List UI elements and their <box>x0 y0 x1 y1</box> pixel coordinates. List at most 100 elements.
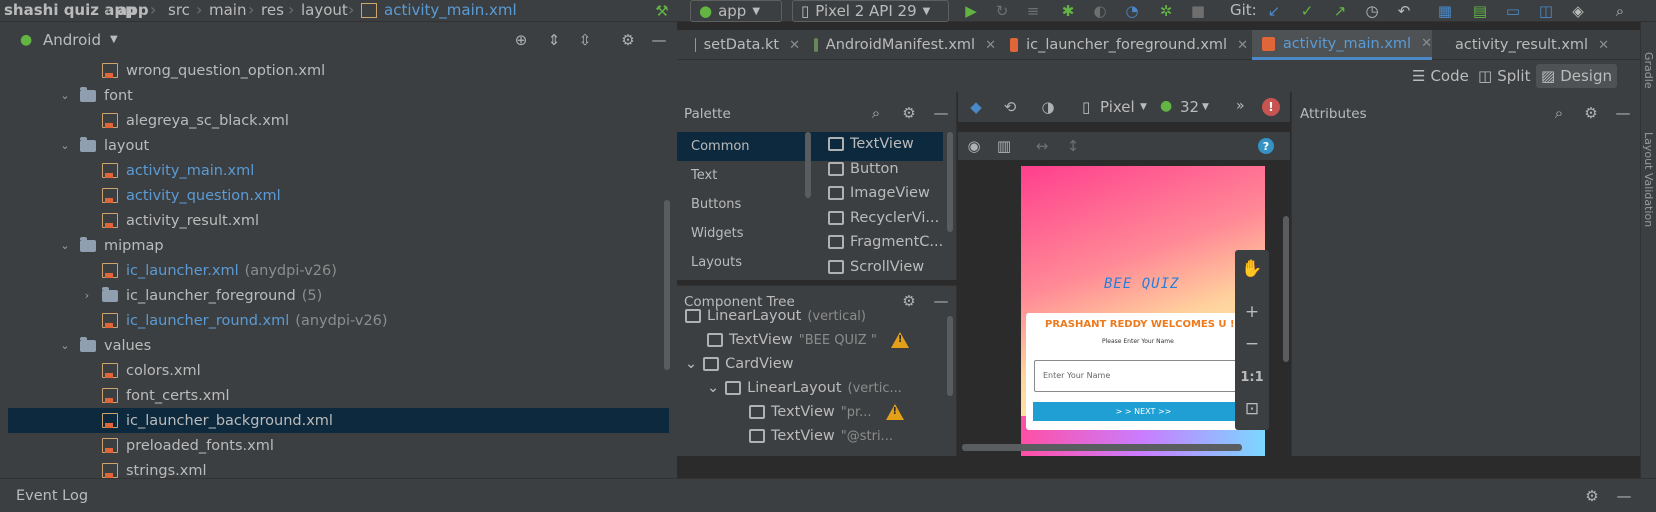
palette-category[interactable]: Common <box>691 139 750 154</box>
coverage-icon[interactable]: ◐ <box>1090 1 1110 21</box>
tree-file[interactable]: ic_launcher_background.xml <box>8 408 669 433</box>
debug-icon[interactable]: ✱ <box>1058 1 1078 21</box>
gear-icon[interactable]: ⚙ <box>899 291 919 311</box>
tree-folder[interactable]: ⌄ font <box>8 83 669 108</box>
search-icon[interactable]: ⌕ <box>866 103 886 123</box>
gear-icon[interactable]: ⚙ <box>899 103 919 123</box>
api-level-dropdown[interactable]: 32 <box>1180 98 1199 116</box>
chevron-down-icon[interactable]: ⌄ <box>58 89 72 102</box>
palette-item[interactable]: FragmentC... <box>828 234 943 250</box>
chevron-right-icon[interactable]: › <box>80 289 94 302</box>
close-icon[interactable]: ✕ <box>1421 36 1432 51</box>
close-icon[interactable]: ✕ <box>985 38 996 53</box>
code-mode-button[interactable]: ☰ Code <box>1407 64 1474 88</box>
close-icon[interactable]: ✕ <box>1237 38 1248 53</box>
component-tree-node[interactable]: LinearLayout (vertical) <box>685 308 866 324</box>
search-icon[interactable]: ⌕ <box>1549 103 1569 123</box>
breadcrumb-main[interactable]: main <box>209 1 246 19</box>
warning-icon[interactable] <box>885 404 904 420</box>
design-mode-button[interactable]: ▨ Design <box>1536 64 1617 88</box>
profile-icon[interactable]: ◔ <box>1122 1 1142 21</box>
sync-gradle-icon[interactable]: ▤ <box>1470 1 1490 21</box>
stop-icon[interactable]: ■ <box>1188 1 1208 21</box>
eye-icon[interactable]: ◉ <box>964 136 984 156</box>
palette-item[interactable]: RecyclerVi... <box>828 210 939 226</box>
project-structure-icon[interactable]: ▦ <box>1435 1 1455 21</box>
palette-item[interactable]: TextView <box>828 136 914 152</box>
editor-tab[interactable]: AndroidManifest.xml ✕ <box>804 30 996 60</box>
zoom-in-icon[interactable]: + <box>1235 297 1269 327</box>
tree-file[interactable]: activity_main.xml <box>8 158 669 183</box>
palette-category[interactable]: Text <box>691 168 717 183</box>
orientation-icon[interactable]: ⟲ <box>1000 97 1020 117</box>
tree-folder[interactable]: ⌄ layout <box>8 133 669 158</box>
zoom-actual-size-button[interactable]: 1:1 <box>1235 362 1269 392</box>
rollback-icon[interactable]: ↶ <box>1394 1 1414 21</box>
tree-file[interactable]: ic_launcher.xml (anydpi-v26) <box>8 258 669 283</box>
close-icon[interactable]: ✕ <box>789 38 800 53</box>
gradle-tool-button[interactable]: Gradle <box>1642 52 1655 89</box>
palette-category[interactable]: Layouts <box>691 255 742 270</box>
tree-file[interactable]: activity_result.xml <box>8 208 669 233</box>
blueprint-icon[interactable]: ▥ <box>994 136 1014 156</box>
tree-file[interactable]: alegreya_sc_black.xml <box>8 108 669 133</box>
minimize-icon[interactable]: — <box>1614 486 1634 506</box>
error-icon[interactable]: ! <box>1262 98 1280 116</box>
scrollbar[interactable] <box>947 316 953 396</box>
gear-icon[interactable]: ⚙ <box>1581 103 1601 123</box>
horizontal-resize-icon[interactable]: ↔ <box>1032 136 1052 156</box>
scrollbar[interactable] <box>1283 216 1289 362</box>
project-view-selector[interactable]: Android <box>43 31 101 49</box>
breadcrumb-src[interactable]: src <box>168 1 190 19</box>
tree-file[interactable]: ic_launcher_round.xml (anydpi-v26) <box>8 308 669 333</box>
help-icon[interactable]: ? <box>1258 138 1274 154</box>
component-tree-node[interactable]: TextView "@stri... <box>749 428 893 444</box>
tree-folder[interactable]: › ic_launcher_foreground (5) <box>8 283 669 308</box>
breadcrumb-res[interactable]: res <box>261 1 284 19</box>
device-dropdown[interactable]: ▯ Pixel 2 API 29 ▼ <box>792 0 949 22</box>
sdk-manager-icon[interactable]: ◫ <box>1536 1 1556 21</box>
event-log-title[interactable]: Event Log <box>16 488 88 504</box>
chevron-down-icon[interactable]: ▼ <box>110 34 118 45</box>
minimize-icon[interactable]: — <box>931 103 951 123</box>
warning-icon[interactable] <box>890 332 909 348</box>
breadcrumb-file[interactable]: activity_main.xml <box>384 1 517 19</box>
palette-item[interactable]: Button <box>828 161 899 177</box>
editor-tab[interactable]: ic_launcher_foreground.xml ✕ <box>1000 30 1248 60</box>
hammer-build-icon[interactable]: ⚒ <box>652 1 672 21</box>
tree-file[interactable]: colors.xml <box>8 358 669 383</box>
close-icon[interactable]: ✕ <box>1598 38 1609 53</box>
attach-debugger-icon[interactable]: ✲ <box>1156 1 1176 21</box>
apply-code-changes-icon[interactable]: ≡ <box>1023 1 1043 21</box>
vertical-resize-icon[interactable]: ↕ <box>1063 136 1083 156</box>
chevron-down-icon[interactable]: ⌄ <box>707 380 719 396</box>
breadcrumb-module[interactable]: app <box>117 1 149 19</box>
scrollbar[interactable] <box>962 444 1242 451</box>
git-update-icon[interactable]: ↙ <box>1264 1 1284 21</box>
scrollbar[interactable] <box>664 200 670 370</box>
palette-category[interactable]: Buttons <box>691 197 741 212</box>
chevron-down-icon[interactable]: ⌄ <box>58 339 72 352</box>
pan-hand-icon[interactable]: ✋ <box>1235 254 1269 284</box>
scrollbar[interactable] <box>805 132 811 198</box>
palette-category[interactable]: Widgets <box>691 226 744 241</box>
layout-validation-tool-button[interactable]: Layout Validation <box>1642 132 1655 227</box>
breadcrumb-layout[interactable]: layout <box>301 1 348 19</box>
editor-tab[interactable]: setData.kt ✕ <box>685 30 800 60</box>
minimize-icon[interactable]: — <box>1613 103 1633 123</box>
tree-folder[interactable]: ⌄ values <box>8 333 669 358</box>
scrollbar[interactable] <box>947 132 953 232</box>
overflow-icon[interactable]: » <box>1236 98 1245 114</box>
gear-icon[interactable]: ⚙ <box>1582 486 1602 506</box>
layers-icon[interactable]: ◆ <box>966 97 986 117</box>
tree-file[interactable]: preloaded_fonts.xml <box>8 433 669 458</box>
editor-tab[interactable]: activity_main.xml ✕ <box>1252 30 1432 60</box>
tree-folder[interactable]: ⌄ mipmap <box>8 233 669 258</box>
component-tree-node[interactable]: TextView "BEE QUIZ " <box>707 332 909 348</box>
run-icon[interactable]: ▶ <box>961 1 981 21</box>
chevron-down-icon[interactable]: ⌄ <box>58 139 72 152</box>
gear-icon[interactable]: ⚙ <box>618 30 638 50</box>
night-mode-icon[interactable]: ◑ <box>1038 97 1058 117</box>
device-manager-icon[interactable]: ▭ <box>1503 1 1523 21</box>
component-tree-node[interactable]: ⌄ LinearLayout (vertic... <box>707 380 902 396</box>
